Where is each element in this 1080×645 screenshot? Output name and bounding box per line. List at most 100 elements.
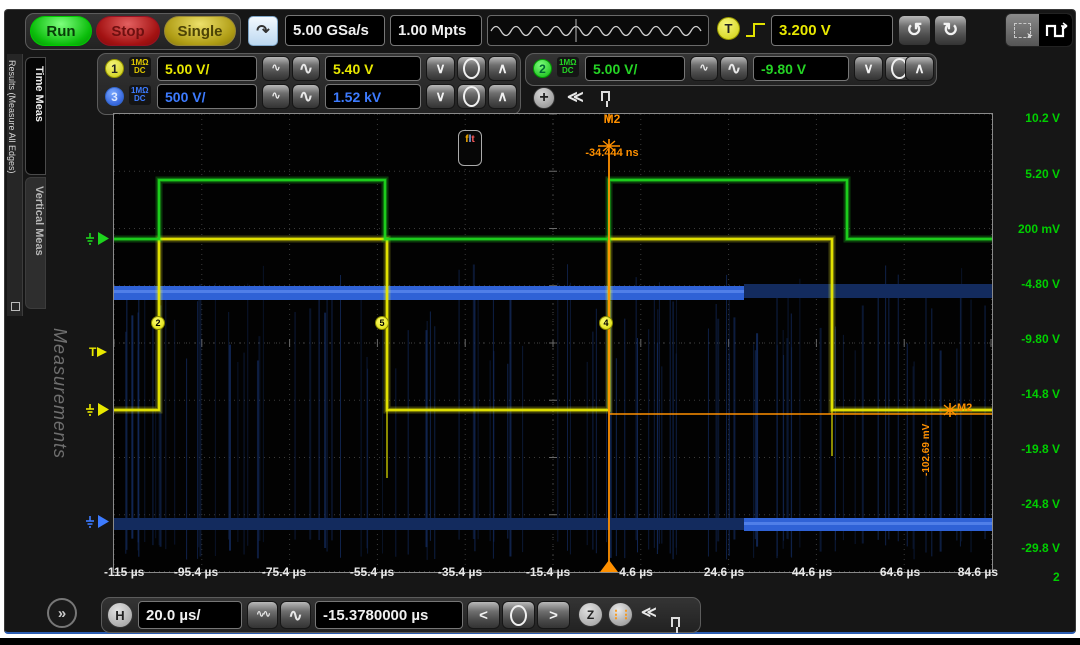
right-axis-label: -14.8 V (990, 387, 1060, 401)
trigger-level-marker[interactable]: T (89, 345, 107, 359)
measurements-watermark: Measurements (49, 328, 70, 548)
edge-number-badge: 4 (599, 316, 613, 330)
waveform-drag-mode-icon[interactable] (1039, 14, 1072, 46)
time-axis-label: -75.4 µs (244, 565, 324, 579)
channel-1-coupling-badge[interactable]: 1MΩ DC (129, 57, 151, 77)
channel-3-scale-field[interactable]: 500 V/ (157, 84, 257, 109)
channel-3-offset-down-icon[interactable]: ∨ (426, 84, 455, 109)
edge-number-badge: 2 (151, 316, 165, 330)
m2-marker-time: -34.444 ns (570, 147, 654, 159)
right-axis-label: -24.8 V (990, 497, 1060, 511)
channel-1-ground-marker[interactable] (85, 401, 111, 418)
delay-right-icon[interactable]: > (537, 601, 570, 629)
channel-2-offset-up-icon[interactable]: ∧ (905, 56, 934, 81)
channel-1-offset-knob[interactable] (457, 56, 486, 81)
m2-marker-voltage: -102.69 mV (921, 388, 932, 476)
time-axis-label: -55.4 µs (332, 565, 412, 579)
stop-button[interactable]: Stop (96, 16, 160, 46)
sidebar-expand-button[interactable]: » (47, 598, 77, 628)
search-events-button[interactable]: ⋮⋮ (608, 602, 633, 627)
tab-time-meas[interactable]: Time Meas (25, 57, 46, 175)
waveform-traces (114, 114, 992, 572)
channel-1-offset-up-icon[interactable]: ∧ (488, 56, 517, 81)
timebase-zoom-in-icon[interactable]: ∿ (280, 601, 311, 629)
trigger-level-marker-label: T (89, 345, 96, 359)
pointer-mode-selector: ➤ (1005, 13, 1073, 47)
time-axis-label: 84.6 µs (928, 565, 998, 579)
channel-1-coupling: DC (134, 67, 146, 75)
channel-2-scale-up-icon[interactable]: ∿ (720, 56, 748, 81)
waveform-display (113, 113, 993, 573)
right-axis-label: 200 mV (990, 222, 1060, 236)
right-axis-label: 5.20 V (990, 167, 1060, 181)
oscilloscope-window: Run Stop Single ↷ 5.00 GSa/s 1.00 Mpts T… (4, 9, 1076, 634)
trigger-level-field[interactable]: 3.200 V (771, 15, 893, 46)
memory-depth-display[interactable]: 1.00 Mpts (390, 15, 482, 46)
channel-3-scale-down-icon[interactable]: ∿ (262, 84, 290, 109)
zoom-mode-button[interactable]: Z (578, 602, 603, 627)
right-axis-label: -9.80 V (990, 332, 1060, 346)
channel-3-ground-marker[interactable] (85, 513, 111, 530)
channel-2-scale-field[interactable]: 5.00 V/ (585, 56, 685, 81)
channel-1-badge[interactable]: 1 (105, 59, 124, 78)
channel-3-coupling: DC (134, 95, 146, 103)
channel-1-scale-up-icon[interactable]: ∿ (292, 56, 320, 81)
channel-3-scale-up-icon[interactable]: ∿ (292, 84, 320, 109)
bookmark-flag-badge[interactable]: flt (458, 130, 482, 166)
channel-2-scale-down-icon[interactable]: ∿ (690, 56, 718, 81)
tab-vertical-meas[interactable]: Vertical Meas (25, 177, 46, 309)
channel-3-offset-knob[interactable] (457, 84, 486, 109)
horizontal-badge[interactable]: H (107, 602, 133, 628)
trigger-source-badge[interactable]: T (717, 17, 740, 40)
time-axis-label: -95.4 µs (156, 565, 236, 579)
channel-1-scale-field[interactable]: 5.00 V/ (157, 56, 257, 81)
add-channel-button[interactable]: + (533, 87, 555, 109)
delay-knob[interactable] (502, 601, 535, 629)
window-bottom-edge (0, 638, 1080, 645)
time-axis-label: 4.6 µs (596, 565, 676, 579)
channel-2-coupling-badge[interactable]: 1MΩ DC (557, 57, 579, 77)
single-button[interactable]: Single (164, 16, 236, 46)
delay-field[interactable]: -15.3780000 µs (315, 601, 463, 629)
channel-1-scale-down-icon[interactable]: ∿ (262, 56, 290, 81)
box-select-mode-icon[interactable]: ➤ (1006, 14, 1039, 46)
run-button[interactable]: Run (30, 16, 92, 46)
results-tab[interactable]: Results (Measure All Edges) (7, 54, 23, 316)
channel-3-offset-up-icon[interactable]: ∧ (488, 84, 517, 109)
undo-icon[interactable]: ↺ (898, 15, 931, 46)
acquisition-mode-icon[interactable]: ↷ (248, 16, 278, 46)
trigger-level-arrow-icon (97, 347, 107, 357)
results-tab-label: Results (Measure All Edges) (7, 60, 17, 174)
horizontal-bar-pin-icon[interactable] (671, 617, 680, 627)
m2-marker-right-label[interactable]: M2 (957, 402, 972, 414)
channel-1-offset-down-icon[interactable]: ∨ (426, 56, 455, 81)
time-axis-label: 24.6 µs (684, 565, 764, 579)
timebase-zoom-out-icon[interactable]: ∿∿ (247, 601, 278, 629)
channel-3-offset-field[interactable]: 1.52 kV (325, 84, 421, 109)
channel-2-offset-field[interactable]: -9.80 V (753, 56, 849, 81)
trigger-edge-icon[interactable] (744, 21, 768, 39)
edge-number-badge: 5 (375, 316, 389, 330)
right-axis-label: -19.8 V (990, 442, 1060, 456)
waveform-preview[interactable] (487, 15, 709, 46)
channel-3-badge[interactable]: 3 (105, 87, 124, 106)
channel-2-coupling: DC (562, 67, 574, 75)
sample-rate-display[interactable]: 5.00 GSa/s (285, 15, 385, 46)
time-axis-label: -35.4 µs (420, 565, 500, 579)
channel-1-offset-field[interactable]: 5.40 V (325, 56, 421, 81)
delay-left-icon[interactable]: < (467, 601, 500, 629)
channel-bar-pin-icon[interactable] (601, 91, 610, 101)
timebase-field[interactable]: 20.0 µs/ (138, 601, 242, 629)
channel-2-offset-down-icon[interactable]: ∨ (854, 56, 883, 81)
channel-3-coupling-badge[interactable]: 1MΩ DC (129, 85, 151, 105)
channel-bar-collapse-button[interactable]: ≪ (567, 87, 584, 107)
redo-icon[interactable]: ↻ (934, 15, 967, 46)
channel-2-badge[interactable]: 2 (533, 59, 552, 78)
results-detach-icon[interactable] (11, 302, 20, 311)
m2-marker-label[interactable]: M2 (588, 112, 636, 126)
time-axis-label: -15.4 µs (508, 565, 588, 579)
channel-2-ground-marker[interactable] (85, 230, 111, 247)
horizontal-bar-collapse-button[interactable]: ≪ (641, 603, 657, 621)
right-axis-label: -4.80 V (990, 277, 1060, 291)
right-axis-label: -29.8 V (990, 541, 1060, 555)
